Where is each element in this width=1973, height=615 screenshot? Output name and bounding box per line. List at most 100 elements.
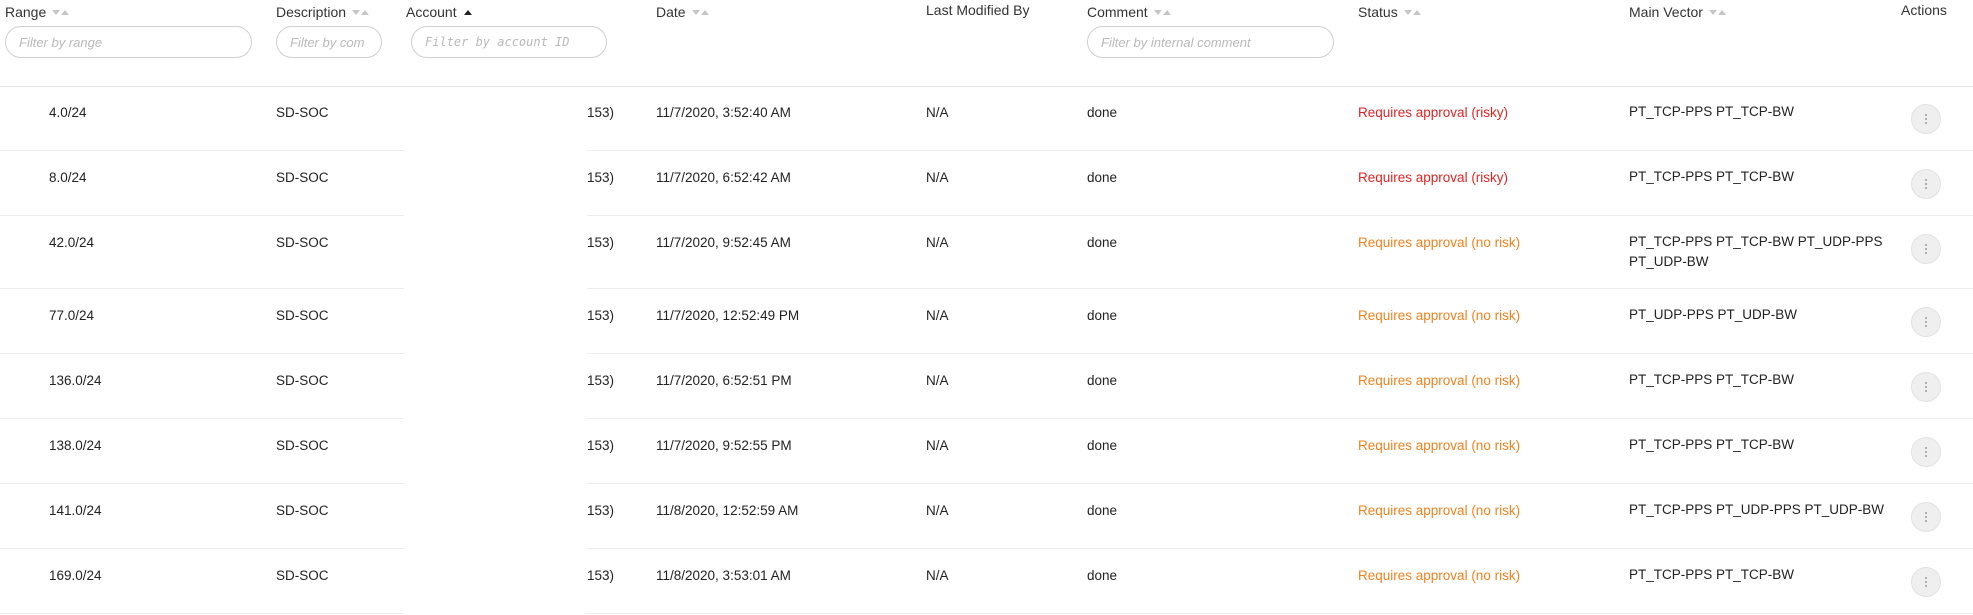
range-cell: 77.0/24 bbox=[49, 308, 95, 323]
main-vector-cell: PT_TCP-PPS PT_TCP-BW bbox=[1629, 169, 1795, 184]
sort-icon[interactable] bbox=[1153, 9, 1171, 15]
account-filter-input[interactable] bbox=[411, 26, 607, 58]
column-header-description[interactable]: Description bbox=[276, 4, 370, 20]
account-cell: 153) bbox=[587, 235, 615, 250]
more-vertical-icon[interactable] bbox=[1911, 169, 1941, 199]
status-cell: Requires approval (no risk) bbox=[1358, 308, 1521, 323]
more-vertical-icon[interactable] bbox=[1911, 104, 1941, 134]
range-cell: 169.0/24 bbox=[49, 568, 102, 583]
more-vertical-icon[interactable] bbox=[1911, 307, 1941, 337]
column-header-range-label: Range bbox=[5, 4, 47, 20]
sort-icon[interactable] bbox=[691, 9, 709, 15]
description-cell: SD-SOC bbox=[276, 170, 329, 185]
column-header-actions: Actions bbox=[1901, 2, 1947, 18]
last-modified-by-cell: N/A bbox=[926, 568, 949, 583]
account-cell: 153) bbox=[587, 438, 615, 453]
sort-icon[interactable] bbox=[1708, 9, 1726, 15]
main-vector-cell: PT_UDP-PPS PT_UDP-BW bbox=[1629, 307, 1798, 322]
table-row: 8.0/24 SD-SOC 153) 11/7/2020, 6:52:42 AM N/A… bbox=[0, 151, 1973, 216]
column-header-range[interactable]: Range bbox=[5, 4, 70, 20]
range-cell: 8.0/24 bbox=[49, 170, 87, 185]
range-cell: 141.0/24 bbox=[49, 503, 102, 518]
status-cell: Requires approval (no risk) bbox=[1358, 373, 1521, 388]
column-header-comment[interactable]: Comment bbox=[1087, 4, 1171, 20]
description-cell: SD-SOC bbox=[276, 235, 329, 250]
status-cell: Requires approval (no risk) bbox=[1358, 235, 1521, 250]
column-header-description-label: Description bbox=[276, 4, 347, 20]
comment-cell: done bbox=[1087, 373, 1118, 388]
account-cell: 153) bbox=[587, 568, 615, 583]
description-filter-input[interactable] bbox=[276, 26, 382, 58]
date-cell: 11/8/2020, 3:53:01 AM bbox=[656, 568, 791, 583]
account-cell: 153) bbox=[587, 503, 615, 518]
row-divider bbox=[0, 613, 404, 614]
main-vector-cell: PT_TCP-PPS PT_TCP-BW bbox=[1629, 104, 1795, 119]
column-header-date[interactable]: Date bbox=[656, 4, 709, 20]
table-row: 77.0/24 SD-SOC 153) 11/7/2020, 12:52:49 PM N… bbox=[0, 289, 1973, 354]
date-cell: 11/7/2020, 9:52:45 AM bbox=[656, 235, 791, 250]
date-cell: 11/7/2020, 9:52:55 PM bbox=[656, 438, 792, 453]
more-vertical-icon[interactable] bbox=[1911, 234, 1941, 264]
account-cell: 153) bbox=[587, 373, 615, 388]
more-vertical-icon[interactable] bbox=[1911, 372, 1941, 402]
more-vertical-icon[interactable] bbox=[1911, 502, 1941, 532]
main-vector-cell: PT_TCP-PPS PT_TCP-BW bbox=[1629, 567, 1795, 582]
range-filter-input[interactable] bbox=[5, 26, 252, 58]
date-cell: 11/7/2020, 6:52:42 AM bbox=[656, 170, 791, 185]
main-vector-cell: PT_TCP-PPS PT_UDP-PPS PT_UDP-BW bbox=[1629, 502, 1885, 517]
description-cell: SD-SOC bbox=[276, 105, 329, 120]
comment-cell: done bbox=[1087, 105, 1118, 120]
column-header-account-label: Account bbox=[406, 4, 457, 20]
description-cell: SD-SOC bbox=[276, 438, 329, 453]
column-header-account[interactable]: Account bbox=[406, 4, 472, 20]
more-vertical-icon[interactable] bbox=[1911, 437, 1941, 467]
comment-cell: done bbox=[1087, 568, 1118, 583]
main-vector-cell: PT_TCP-PPS PT_TCP-BW bbox=[1629, 437, 1795, 452]
main-vector-cell: PT_TCP-PPS PT_TCP-BW bbox=[1629, 372, 1795, 387]
status-cell: Requires approval (no risk) bbox=[1358, 503, 1521, 518]
row-divider bbox=[587, 613, 1973, 614]
sort-icon[interactable] bbox=[1403, 9, 1421, 15]
range-cell: 138.0/24 bbox=[49, 438, 102, 453]
comment-filter-input[interactable] bbox=[1087, 26, 1334, 58]
comment-cell: done bbox=[1087, 438, 1118, 453]
sort-icon[interactable] bbox=[352, 9, 370, 15]
table-row: 42.0/24 SD-SOC 153) 11/7/2020, 9:52:45 AM N/… bbox=[0, 216, 1973, 289]
table-row: 138.0/24 SD-SOC 153) 11/7/2020, 9:52:55 PM N… bbox=[0, 419, 1973, 484]
comment-cell: done bbox=[1087, 503, 1118, 518]
account-cell: 153) bbox=[587, 170, 615, 185]
account-cell: 153) bbox=[587, 105, 615, 120]
sort-icon[interactable] bbox=[52, 9, 70, 15]
status-cell: Requires approval (risky) bbox=[1358, 170, 1509, 185]
sort-ascending-icon[interactable] bbox=[463, 9, 472, 15]
status-cell: Requires approval (no risk) bbox=[1358, 568, 1521, 583]
date-cell: 11/8/2020, 12:52:59 AM bbox=[656, 503, 799, 518]
table-header: Range Description Account Date Last Modi… bbox=[0, 0, 1973, 87]
description-cell: SD-SOC bbox=[276, 373, 329, 388]
last-modified-by-cell: N/A bbox=[926, 438, 949, 453]
column-header-main-vector[interactable]: Main Vector bbox=[1629, 4, 1726, 20]
date-cell: 11/7/2020, 12:52:49 PM bbox=[656, 308, 800, 323]
account-cell: 153) bbox=[587, 308, 615, 323]
date-cell: 11/7/2020, 3:52:40 AM bbox=[656, 105, 791, 120]
description-cell: SD-SOC bbox=[276, 568, 329, 583]
table-row: 136.0/24 SD-SOC 153) 11/7/2020, 6:52:51 PM N… bbox=[0, 354, 1973, 419]
more-vertical-icon[interactable] bbox=[1911, 567, 1941, 597]
comment-cell: done bbox=[1087, 308, 1118, 323]
column-header-comment-label: Comment bbox=[1087, 4, 1148, 20]
column-header-status-label: Status bbox=[1358, 4, 1398, 20]
column-header-last-modified-by-label: Last Modified By bbox=[926, 2, 1030, 18]
range-cell: 4.0/24 bbox=[49, 105, 87, 120]
status-cell: Requires approval (no risk) bbox=[1358, 438, 1521, 453]
description-cell: SD-SOC bbox=[276, 308, 329, 323]
column-header-status[interactable]: Status bbox=[1358, 4, 1421, 20]
main-vector-cell: PT_TCP-PPS PT_TCP-BW PT_UDP-PPS PT_UDP-B… bbox=[1629, 234, 1883, 269]
table-row: 141.0/24 SD-SOC 153) 11/8/2020, 12:52:59 AM… bbox=[0, 484, 1973, 549]
date-cell: 11/7/2020, 6:52:51 PM bbox=[656, 373, 792, 388]
column-header-actions-label: Actions bbox=[1901, 2, 1947, 18]
last-modified-by-cell: N/A bbox=[926, 503, 949, 518]
column-header-last-modified-by: Last Modified By bbox=[926, 2, 1030, 18]
column-header-main-vector-label: Main Vector bbox=[1629, 4, 1703, 20]
last-modified-by-cell: N/A bbox=[926, 235, 949, 250]
last-modified-by-cell: N/A bbox=[926, 373, 949, 388]
